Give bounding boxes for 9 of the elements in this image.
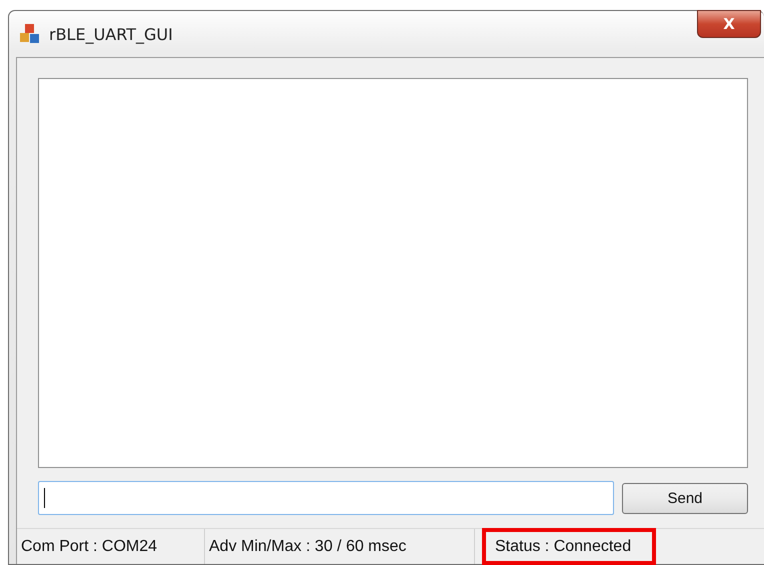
- send-button[interactable]: Send: [622, 482, 748, 514]
- close-button[interactable]: X: [697, 10, 761, 38]
- text-cursor: [44, 488, 45, 508]
- status-text: Adv Min/Max : 30 / 60 msec: [205, 529, 475, 564]
- status-text: Status : Connected: [483, 529, 655, 564]
- window-title: rBLE_UART_GUI: [49, 25, 173, 44]
- cubes-icon: [19, 23, 41, 45]
- status-text: Com Port : COM24: [17, 529, 205, 564]
- message-input[interactable]: [38, 481, 614, 515]
